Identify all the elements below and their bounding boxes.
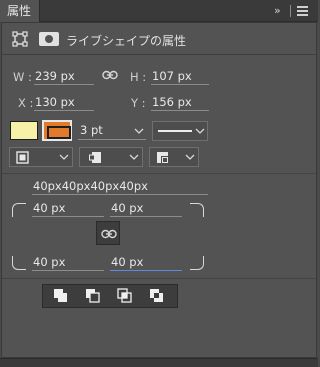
tab-bar-divider	[290, 5, 291, 17]
fill-color-swatch[interactable]	[10, 121, 38, 140]
mask-icon[interactable]	[39, 32, 59, 46]
stroke-align-dropdown[interactable]	[9, 147, 73, 167]
chevron-down-icon	[134, 128, 144, 134]
expand-panel-icon[interactable]: »	[274, 4, 281, 17]
tab-properties[interactable]: 属性	[0, 0, 40, 22]
stroke-color-swatch[interactable]	[42, 120, 72, 141]
chain-link-icon	[101, 229, 117, 239]
combine-shapes-icon[interactable]	[47, 286, 75, 306]
stroke-width-dropdown[interactable]: 3 pt	[78, 122, 146, 140]
stroke-cap-dropdown[interactable]	[79, 147, 143, 167]
exclude-overlapping-shapes-icon[interactable]	[143, 286, 171, 306]
stroke-join-dropdown[interactable]	[149, 147, 199, 167]
line-join-icon	[157, 152, 168, 163]
stroke-style-dropdown[interactable]	[152, 121, 208, 141]
width-field[interactable]: 239 px	[34, 68, 94, 85]
hamburger-menu-icon[interactable]	[297, 6, 308, 16]
solid-line-preview	[158, 130, 192, 132]
link-corner-values-button[interactable]	[96, 221, 120, 245]
bottom-left-radius-field[interactable]: 40 px	[32, 254, 104, 271]
line-cap-icon	[89, 152, 101, 163]
path-operations-group	[42, 284, 178, 308]
corner-radius-all-field[interactable]: 40px40px40px40px	[32, 178, 208, 195]
height-label: H :	[130, 70, 147, 84]
bottom-left-corner-icon	[12, 256, 26, 270]
bottom-right-corner-icon	[190, 256, 204, 270]
transform-bounding-box-icon[interactable]	[12, 31, 28, 47]
link-icon[interactable]	[102, 70, 118, 80]
x-position-field[interactable]: 130 px	[34, 94, 94, 111]
top-left-corner-icon	[12, 203, 26, 217]
section-divider	[2, 278, 316, 279]
y-position-field[interactable]: 156 px	[151, 94, 209, 111]
section-divider	[2, 173, 316, 174]
y-label: Y :	[131, 96, 146, 110]
width-label: W :	[13, 70, 32, 84]
intersect-shape-areas-icon[interactable]	[111, 286, 139, 306]
height-field[interactable]: 107 px	[151, 68, 209, 85]
top-right-radius-field[interactable]: 40 px	[110, 200, 182, 217]
panel-resize-bar[interactable]	[0, 358, 318, 367]
stroke-align-inside-icon	[16, 151, 29, 164]
top-left-radius-field[interactable]: 40 px	[32, 200, 104, 217]
x-label: X :	[18, 96, 34, 110]
bottom-right-radius-field[interactable]: 40 px	[110, 254, 182, 271]
chevron-down-icon	[195, 128, 205, 134]
chevron-down-icon	[59, 154, 69, 160]
resize-grip-icon[interactable]	[148, 362, 170, 365]
top-right-corner-icon	[190, 203, 204, 217]
properties-panel: ライブシェイプの属性 W : 239 px H : 107 px X : 130…	[1, 22, 317, 358]
stroke-width-value: 3 pt	[80, 123, 103, 137]
panel-tab-bar: 属性 »	[0, 0, 318, 22]
chevron-down-icon	[185, 154, 195, 160]
subtract-front-shape-icon[interactable]	[79, 286, 107, 306]
chevron-down-icon	[129, 154, 139, 160]
panel-header: ライブシェイプの属性	[2, 23, 316, 55]
panel-title: ライブシェイプの属性	[66, 34, 187, 48]
